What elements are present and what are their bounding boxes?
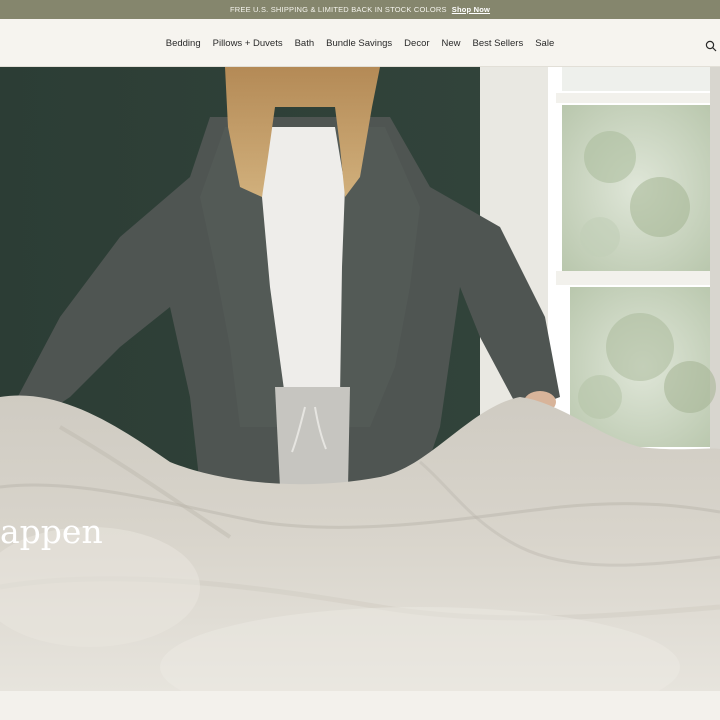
announcement-text: FREE U.S. SHIPPING & LIMITED BACK IN STO… [229, 5, 447, 14]
nav-item-new[interactable]: New [442, 38, 461, 49]
page-bottom-band [0, 691, 720, 720]
nav-item-decor[interactable]: Decor [404, 38, 429, 49]
nav-item-sale[interactable]: Sale [535, 38, 554, 49]
nav-item-bedding[interactable]: Bedding [166, 38, 201, 49]
nav-menu: Bedding Pillows + Duvets Bath Bundle Sav… [0, 19, 720, 67]
hero-banner[interactable]: appen [0, 67, 720, 691]
shop-now-link[interactable]: Shop Now [452, 5, 490, 14]
nav-item-pillows-duvets[interactable]: Pillows + Duvets [213, 38, 283, 49]
nav-item-bundle-savings[interactable]: Bundle Savings [326, 38, 392, 49]
announcement-bar: FREE U.S. SHIPPING & LIMITED BACK IN STO… [0, 0, 720, 19]
nav-item-best-sellers[interactable]: Best Sellers [473, 38, 524, 49]
hero-heading: appen [0, 512, 103, 551]
main-navigation: Bedding Pillows + Duvets Bath Bundle Sav… [0, 19, 720, 67]
hero-photo [0, 67, 720, 691]
nav-item-bath[interactable]: Bath [295, 38, 315, 49]
search-icon[interactable] [705, 39, 717, 52]
